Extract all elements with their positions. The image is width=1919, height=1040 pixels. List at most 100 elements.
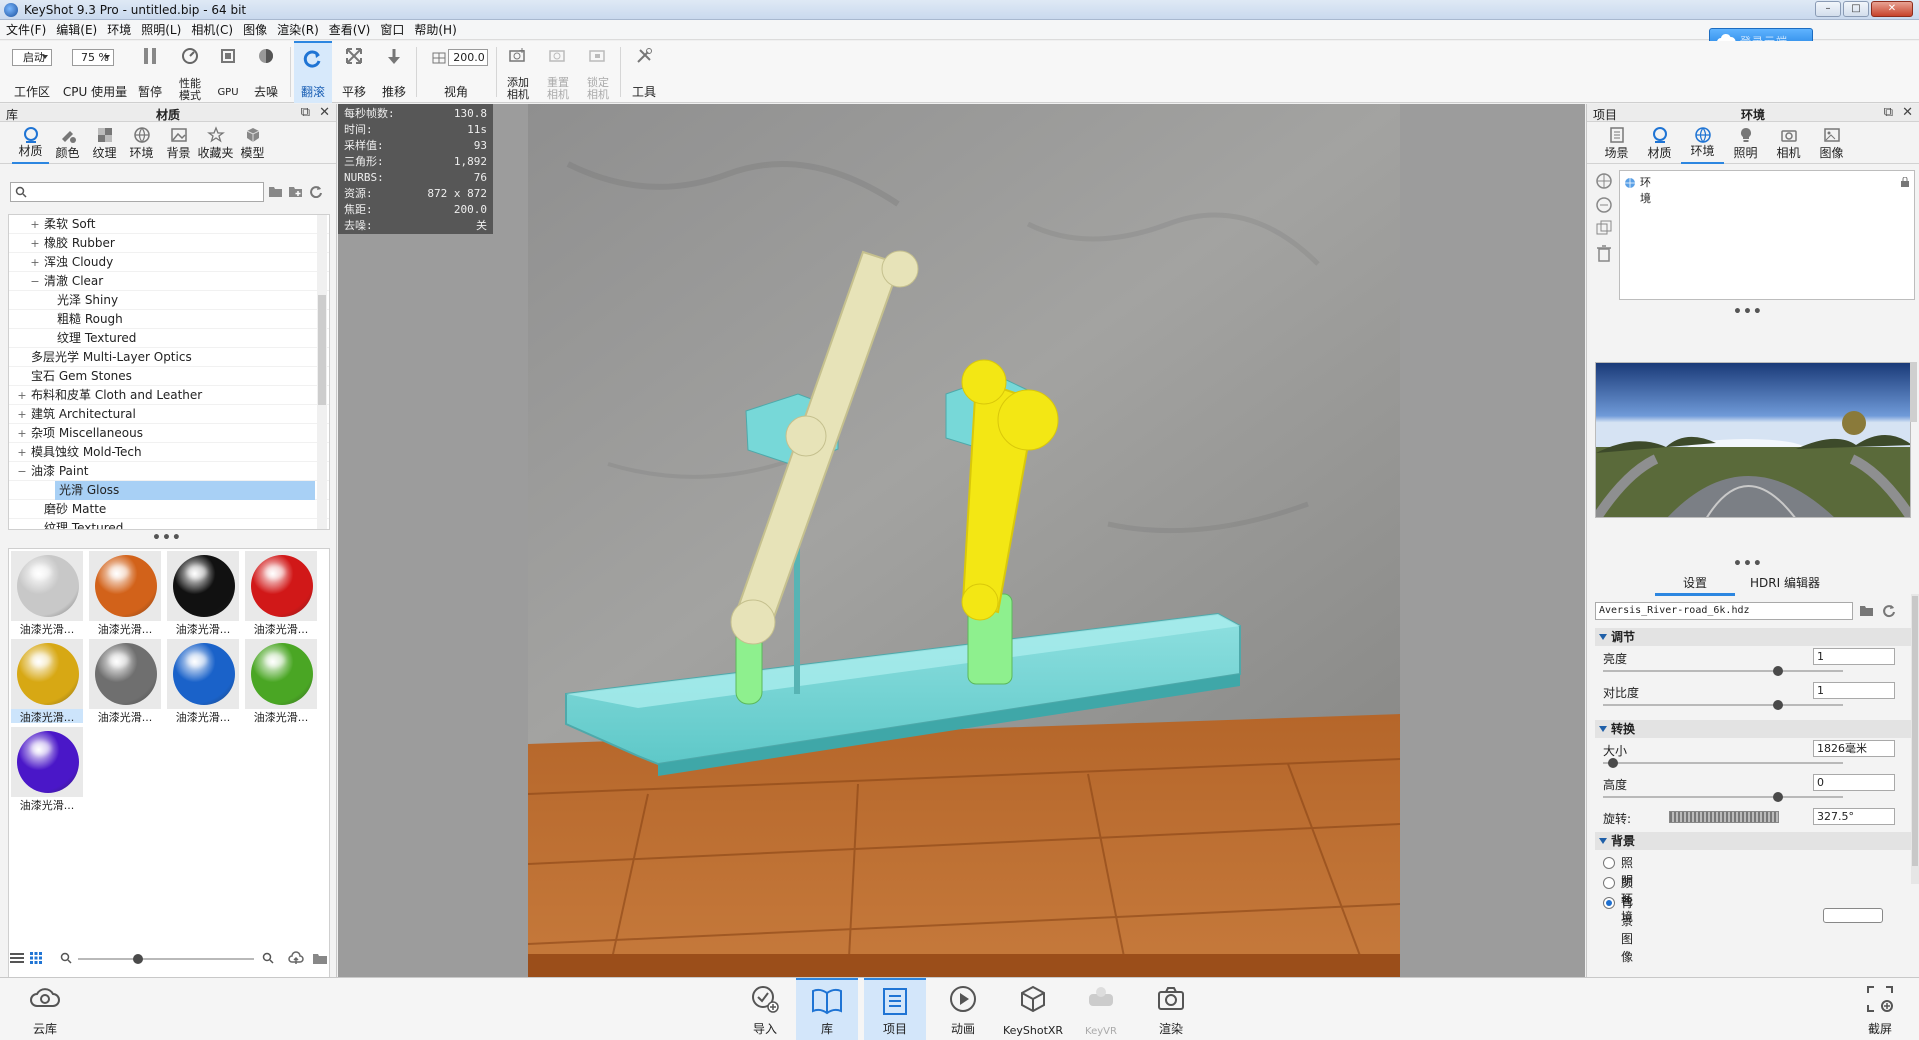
- project-tab-camera[interactable]: 相机: [1767, 122, 1810, 164]
- import-folder-icon[interactable]: [312, 950, 328, 966]
- folder-open-icon[interactable]: [1859, 603, 1875, 617]
- menu-render[interactable]: 渲染(R): [277, 21, 319, 38]
- properties-scrollbar[interactable]: [1911, 594, 1919, 884]
- menu-edit[interactable]: 编辑(E): [56, 21, 97, 38]
- splitter-handle[interactable]: •••: [1733, 304, 1763, 320]
- tab-hdri-editor[interactable]: HDRI 编辑器: [1735, 574, 1835, 596]
- workspace-select[interactable]: 启动: [12, 49, 52, 66]
- tree-item[interactable]: 纹理 Textured: [9, 519, 329, 529]
- rotation-dial[interactable]: [1669, 811, 1779, 823]
- animation-button[interactable]: 动画: [936, 978, 990, 1040]
- material-thumbnail[interactable]: 油漆光滑...: [167, 551, 239, 636]
- minimize-button[interactable]: –: [1815, 1, 1841, 17]
- maximize-button[interactable]: □: [1843, 1, 1869, 17]
- library-tab-material[interactable]: 材质: [12, 122, 49, 164]
- menu-window[interactable]: 窗口: [380, 21, 404, 38]
- tree-item[interactable]: + 橡胶 Rubber: [9, 234, 329, 253]
- close-button[interactable]: ✕: [1871, 1, 1913, 17]
- tree-item[interactable]: 纹理 Textured: [9, 329, 329, 348]
- adjust-section-header[interactable]: 调节: [1595, 628, 1911, 646]
- menu-file[interactable]: 文件(F): [6, 21, 46, 38]
- hdri-preview[interactable]: [1595, 362, 1911, 518]
- tree-item[interactable]: 多层光学 Multi-Layer Optics: [9, 348, 329, 367]
- folder-open-icon[interactable]: [268, 184, 284, 198]
- tree-item[interactable]: 光泽 Shiny: [9, 291, 329, 310]
- expand-icon[interactable]: +: [17, 386, 27, 405]
- close-panel-icon[interactable]: ✕: [319, 105, 330, 120]
- material-thumbnail[interactable]: 油漆光滑...: [245, 639, 317, 724]
- hdri-file-field[interactable]: Aversis_River-road_6k.hdz: [1595, 602, 1853, 620]
- expand-icon[interactable]: +: [17, 424, 27, 443]
- tumble-button[interactable]: 翻滚: [294, 41, 332, 103]
- add-camera-button[interactable]: 添加 相机: [500, 41, 536, 103]
- splitter-handle[interactable]: •••: [1733, 556, 1763, 572]
- library-toggle-button[interactable]: 库: [796, 978, 858, 1040]
- tree-item[interactable]: + 模具蚀纹 Mold-Tech: [9, 443, 329, 462]
- tree-item[interactable]: 宝石 Gem Stones: [9, 367, 329, 386]
- library-tab-environment[interactable]: 环境: [123, 122, 160, 164]
- height-input[interactable]: 0: [1813, 774, 1895, 791]
- undock-icon[interactable]: ⧉: [301, 105, 310, 120]
- refresh-icon[interactable]: [308, 184, 324, 198]
- performance-mode-button[interactable]: 性能 模式: [172, 41, 208, 103]
- keyshotxr-button[interactable]: KeyShotXR: [998, 978, 1068, 1040]
- library-search-input[interactable]: [10, 182, 264, 202]
- background-section-header[interactable]: 背景: [1595, 832, 1911, 850]
- material-thumbnail[interactable]: 油漆光滑...: [11, 727, 83, 812]
- denoise-button[interactable]: 去噪: [248, 41, 284, 103]
- lock-camera-button[interactable]: 锁定 相机: [580, 41, 616, 103]
- tree-item[interactable]: + 杂项 Miscellaneous: [9, 424, 329, 443]
- reset-camera-button[interactable]: 重置 相机: [540, 41, 576, 103]
- screenshot-button[interactable]: 截屏: [1852, 978, 1908, 1040]
- project-tab-image[interactable]: 图像: [1810, 122, 1853, 164]
- tree-item[interactable]: 磨砂 Matte: [9, 500, 329, 519]
- tree-item[interactable]: + 建筑 Architectural: [9, 405, 329, 424]
- expand-icon[interactable]: +: [17, 443, 27, 462]
- material-thumbnail[interactable]: 油漆光滑...: [11, 551, 83, 636]
- upload-cloud-icon[interactable]: [288, 950, 304, 966]
- dolly-button[interactable]: 推移: [376, 41, 412, 103]
- menu-environment[interactable]: 环境: [107, 21, 131, 38]
- keyvr-button[interactable]: KeyVR: [1074, 978, 1128, 1040]
- render-viewport[interactable]: 每秒帧数: 130.8 时间: 11s 采样值: 93 三角形: 1,892 NURBS: 76 资…: [338, 104, 1585, 977]
- contrast-slider[interactable]: [1603, 700, 1843, 710]
- library-tab-texture[interactable]: 纹理: [86, 122, 123, 164]
- duplicate-environment-icon[interactable]: [1595, 196, 1613, 214]
- cloud-library-button[interactable]: 云库: [20, 978, 70, 1040]
- realtime-render-image[interactable]: [528, 104, 1400, 977]
- copy-environment-icon[interactable]: [1595, 220, 1613, 238]
- delete-icon[interactable]: [1595, 244, 1613, 262]
- hdri-scrollbar[interactable]: [1910, 362, 1917, 422]
- brightness-slider-knob[interactable]: [1773, 666, 1784, 676]
- collapse-icon[interactable]: −: [17, 462, 27, 481]
- tree-item[interactable]: − 油漆 Paint: [9, 462, 329, 481]
- scrollbar-thumb[interactable]: [1912, 596, 1918, 866]
- material-thumbnail[interactable]: 油漆光滑...: [167, 639, 239, 724]
- background-color-swatch[interactable]: [1823, 908, 1883, 923]
- render-button[interactable]: 渲染: [1144, 978, 1198, 1040]
- folder-add-icon[interactable]: [288, 184, 304, 198]
- size-slider-knob[interactable]: [1607, 758, 1618, 768]
- radio-button[interactable]: [1603, 897, 1615, 909]
- transform-section-header[interactable]: 转换: [1595, 720, 1911, 738]
- library-tab-favorites[interactable]: 收藏夹: [197, 122, 234, 164]
- tree-item[interactable]: + 浑浊 Cloudy: [9, 253, 329, 272]
- tree-item[interactable]: + 柔软 Soft: [9, 215, 329, 234]
- tree-item[interactable]: 光滑 Gloss: [9, 481, 329, 500]
- material-thumbnail[interactable]: 油漆光滑...: [89, 639, 161, 724]
- contrast-input[interactable]: 1: [1813, 682, 1895, 699]
- brightness-slider[interactable]: [1603, 666, 1843, 676]
- scrollbar-thumb[interactable]: [318, 295, 326, 405]
- undock-icon[interactable]: ⧉: [1884, 105, 1893, 120]
- thumbnail-size-slider[interactable]: [78, 954, 254, 964]
- library-tab-model[interactable]: 模型: [234, 122, 271, 164]
- add-environment-icon[interactable]: [1595, 172, 1613, 190]
- import-button[interactable]: 导入: [738, 978, 792, 1040]
- expand-icon[interactable]: +: [30, 215, 40, 234]
- tree-item[interactable]: 粗糙 Rough: [9, 310, 329, 329]
- fov-input[interactable]: 200.0: [448, 49, 488, 66]
- tree-item[interactable]: + 布料和皮革 Cloth and Leather: [9, 386, 329, 405]
- tree-item[interactable]: − 清澈 Clear: [9, 272, 329, 291]
- tools-button[interactable]: 工具: [626, 41, 662, 103]
- pan-button[interactable]: 平移: [336, 41, 372, 103]
